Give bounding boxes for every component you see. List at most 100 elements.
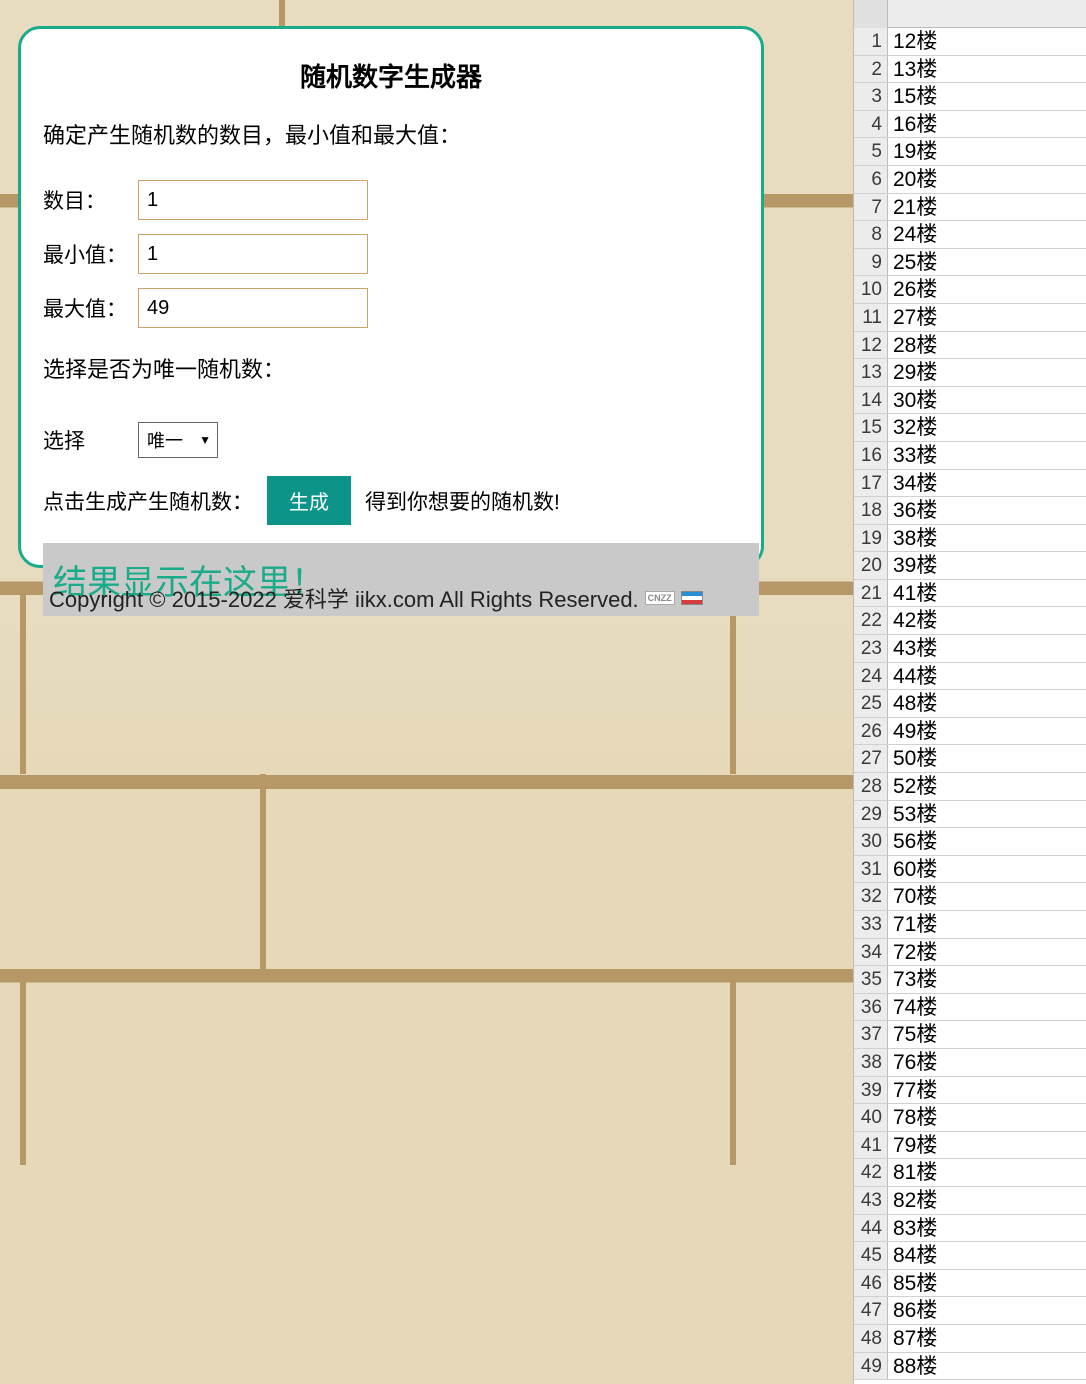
cell[interactable]: 81楼 bbox=[888, 1159, 1086, 1186]
row-number[interactable]: 37 bbox=[854, 1021, 888, 1048]
cell[interactable]: 60楼 bbox=[888, 856, 1086, 883]
cell[interactable]: 32楼 bbox=[888, 414, 1086, 441]
cell[interactable]: 71楼 bbox=[888, 911, 1086, 938]
row-number[interactable]: 32 bbox=[854, 883, 888, 910]
cell[interactable]: 70楼 bbox=[888, 883, 1086, 910]
cnzz-badge-icon[interactable]: CNZZ bbox=[645, 591, 675, 605]
row-number[interactable]: 38 bbox=[854, 1049, 888, 1076]
row-number[interactable]: 40 bbox=[854, 1104, 888, 1131]
row-number[interactable]: 14 bbox=[854, 387, 888, 414]
cell[interactable]: 16楼 bbox=[888, 111, 1086, 138]
cell[interactable]: 77楼 bbox=[888, 1077, 1086, 1104]
cell[interactable]: 73楼 bbox=[888, 966, 1086, 993]
row-number[interactable]: 15 bbox=[854, 414, 888, 441]
cell[interactable]: 85楼 bbox=[888, 1270, 1086, 1297]
generate-button[interactable]: 生成 bbox=[267, 476, 351, 525]
flag-badge-icon[interactable] bbox=[681, 591, 703, 605]
row-number[interactable]: 46 bbox=[854, 1270, 888, 1297]
row-number[interactable]: 8 bbox=[854, 221, 888, 248]
count-input[interactable] bbox=[138, 180, 368, 220]
cell[interactable]: 30楼 bbox=[888, 387, 1086, 414]
unique-select[interactable]: 唯一 ▼ bbox=[138, 422, 218, 458]
cell[interactable]: 74楼 bbox=[888, 994, 1086, 1021]
cell[interactable]: 87楼 bbox=[888, 1325, 1086, 1352]
row-number[interactable]: 23 bbox=[854, 635, 888, 662]
cell[interactable]: 49楼 bbox=[888, 718, 1086, 745]
cell[interactable]: 33楼 bbox=[888, 442, 1086, 469]
row-number[interactable]: 19 bbox=[854, 525, 888, 552]
row-number[interactable]: 2 bbox=[854, 56, 888, 83]
cell[interactable]: 36楼 bbox=[888, 497, 1086, 524]
cell[interactable]: 38楼 bbox=[888, 525, 1086, 552]
cell[interactable]: 25楼 bbox=[888, 249, 1086, 276]
select-all-corner[interactable] bbox=[854, 0, 888, 28]
cell[interactable]: 88楼 bbox=[888, 1353, 1086, 1380]
row-number[interactable]: 20 bbox=[854, 552, 888, 579]
cell[interactable]: 28楼 bbox=[888, 332, 1086, 359]
cell[interactable]: 72楼 bbox=[888, 939, 1086, 966]
cell[interactable]: 83楼 bbox=[888, 1215, 1086, 1242]
row-number[interactable]: 26 bbox=[854, 718, 888, 745]
row-number[interactable]: 34 bbox=[854, 939, 888, 966]
row-number[interactable]: 17 bbox=[854, 470, 888, 497]
cell[interactable]: 48楼 bbox=[888, 690, 1086, 717]
cell[interactable]: 44楼 bbox=[888, 663, 1086, 690]
row-number[interactable]: 18 bbox=[854, 497, 888, 524]
cell[interactable]: 34楼 bbox=[888, 470, 1086, 497]
cell[interactable]: 52楼 bbox=[888, 773, 1086, 800]
cell[interactable]: 86楼 bbox=[888, 1297, 1086, 1324]
cell[interactable]: 21楼 bbox=[888, 194, 1086, 221]
cell[interactable]: 84楼 bbox=[888, 1242, 1086, 1269]
row-number[interactable]: 31 bbox=[854, 856, 888, 883]
row-number[interactable]: 35 bbox=[854, 966, 888, 993]
row-number[interactable]: 29 bbox=[854, 801, 888, 828]
cell[interactable]: 24楼 bbox=[888, 221, 1086, 248]
cell[interactable]: 15楼 bbox=[888, 83, 1086, 110]
row-number[interactable]: 5 bbox=[854, 138, 888, 165]
row-number[interactable]: 22 bbox=[854, 607, 888, 634]
row-number[interactable]: 43 bbox=[854, 1187, 888, 1214]
row-number[interactable]: 41 bbox=[854, 1132, 888, 1159]
row-number[interactable]: 36 bbox=[854, 994, 888, 1021]
row-number[interactable]: 10 bbox=[854, 276, 888, 303]
cell[interactable]: 13楼 bbox=[888, 56, 1086, 83]
row-number[interactable]: 11 bbox=[854, 304, 888, 331]
cell[interactable]: 50楼 bbox=[888, 745, 1086, 772]
cell[interactable]: 53楼 bbox=[888, 801, 1086, 828]
row-number[interactable]: 24 bbox=[854, 663, 888, 690]
row-number[interactable]: 49 bbox=[854, 1353, 888, 1380]
row-number[interactable]: 33 bbox=[854, 911, 888, 938]
cell[interactable]: 39楼 bbox=[888, 552, 1086, 579]
row-number[interactable]: 27 bbox=[854, 745, 888, 772]
row-number[interactable]: 48 bbox=[854, 1325, 888, 1352]
row-number[interactable]: 7 bbox=[854, 194, 888, 221]
row-number[interactable]: 47 bbox=[854, 1297, 888, 1324]
cell[interactable]: 79楼 bbox=[888, 1132, 1086, 1159]
cell[interactable]: 82楼 bbox=[888, 1187, 1086, 1214]
row-number[interactable]: 28 bbox=[854, 773, 888, 800]
cell[interactable]: 76楼 bbox=[888, 1049, 1086, 1076]
row-number[interactable]: 42 bbox=[854, 1159, 888, 1186]
row-number[interactable]: 4 bbox=[854, 111, 888, 138]
row-number[interactable]: 39 bbox=[854, 1077, 888, 1104]
cell[interactable]: 29楼 bbox=[888, 359, 1086, 386]
row-number[interactable]: 3 bbox=[854, 83, 888, 110]
row-number[interactable]: 9 bbox=[854, 249, 888, 276]
row-number[interactable]: 12 bbox=[854, 332, 888, 359]
row-number[interactable]: 44 bbox=[854, 1215, 888, 1242]
cell[interactable]: 75楼 bbox=[888, 1021, 1086, 1048]
row-number[interactable]: 45 bbox=[854, 1242, 888, 1269]
cell[interactable]: 78楼 bbox=[888, 1104, 1086, 1131]
row-number[interactable]: 16 bbox=[854, 442, 888, 469]
row-number[interactable]: 6 bbox=[854, 166, 888, 193]
row-number[interactable]: 1 bbox=[854, 28, 888, 55]
min-input[interactable] bbox=[138, 234, 368, 274]
cell[interactable]: 56楼 bbox=[888, 828, 1086, 855]
cell[interactable]: 20楼 bbox=[888, 166, 1086, 193]
cell[interactable]: 43楼 bbox=[888, 635, 1086, 662]
max-input[interactable] bbox=[138, 288, 368, 328]
cell[interactable]: 19楼 bbox=[888, 138, 1086, 165]
cell[interactable]: 42楼 bbox=[888, 607, 1086, 634]
row-number[interactable]: 21 bbox=[854, 580, 888, 607]
cell[interactable]: 41楼 bbox=[888, 580, 1086, 607]
